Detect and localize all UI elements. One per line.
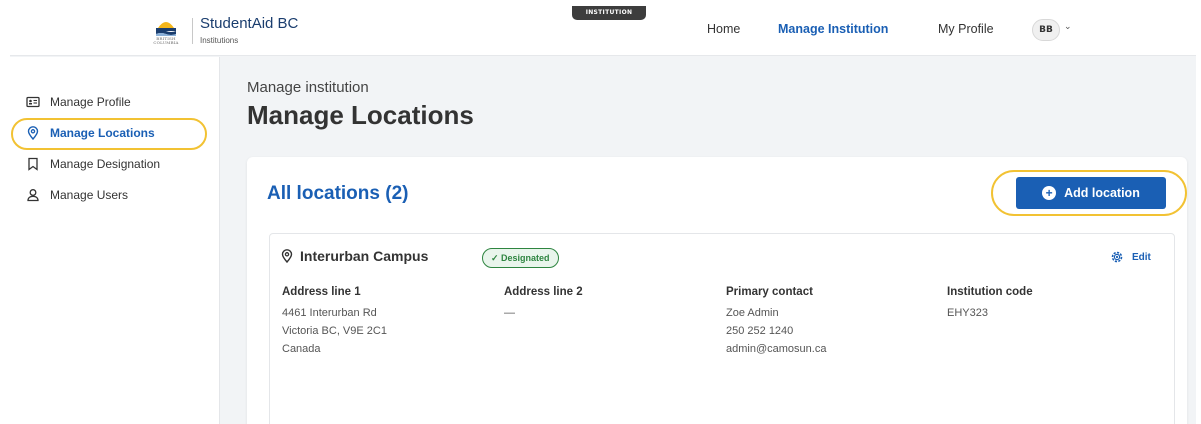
nav-home[interactable]: Home: [707, 22, 740, 36]
map-pin-icon: [281, 249, 293, 263]
sidebar-item-manage-designation[interactable]: Manage Designation: [26, 153, 160, 175]
sidebar-item-label: Manage Profile: [50, 95, 131, 109]
column-value: Canada: [282, 343, 321, 355]
location-item: Interurban Campus ✓ Designated Edit Addr…: [269, 233, 1175, 424]
column-value: 4461 Interurban Rd: [282, 307, 377, 319]
status-badge: ✓ Designated: [482, 248, 559, 268]
id-card-icon: [26, 96, 40, 108]
brand-title[interactable]: StudentAid BC: [200, 15, 298, 32]
page-title: Manage Locations: [247, 100, 474, 130]
check-icon: ✓: [491, 253, 502, 263]
highlight-annotation: [11, 118, 207, 150]
edit-label: Edit: [1132, 251, 1151, 263]
address-line-2-column: Address line 2 —: [504, 286, 583, 322]
bookmark-icon: [28, 157, 38, 171]
locations-card: All locations (2) + Add location Interur…: [247, 157, 1187, 424]
location-title: Interurban Campus: [280, 248, 428, 264]
column-value: EHY323: [947, 307, 988, 319]
brand-subtitle: Institutions: [200, 36, 239, 45]
column-value: Victoria BC, V9E 2C1: [282, 325, 387, 337]
user-avatar[interactable]: BB: [1032, 19, 1060, 41]
breadcrumb: Manage institution: [247, 79, 369, 96]
column-value: —: [504, 307, 515, 319]
locations-heading: All locations (2): [267, 183, 409, 204]
sidebar-item-manage-users[interactable]: Manage Users: [26, 184, 128, 206]
brand-divider: [192, 18, 193, 44]
edit-location-button[interactable]: Edit: [1110, 250, 1151, 264]
primary-contact-column: Primary contact Zoe Admin 250 252 1240 a…: [726, 286, 826, 358]
sidebar-item-label: Manage Users: [50, 188, 129, 202]
column-header: Address line 2: [504, 286, 583, 298]
column-value: admin@camosun.ca: [726, 343, 827, 355]
logo-wordmark: BRITISH COLUMBIA: [153, 36, 179, 45]
nav-manage-institution[interactable]: Manage Institution: [778, 22, 888, 36]
address-line-1-column: Address line 1 4461 Interurban Rd Victor…: [282, 286, 387, 358]
location-name: Interurban Campus: [300, 248, 429, 264]
nav-my-profile[interactable]: My Profile: [938, 22, 994, 36]
status-badge-label: Designated: [501, 253, 550, 263]
column-value: Zoe Admin: [726, 307, 779, 319]
column-header: Primary contact: [726, 286, 813, 298]
top-header: BRITISH COLUMBIA StudentAid BC Instituti…: [10, 6, 1196, 56]
column-header: Address line 1: [282, 286, 361, 298]
sidebar-item-label: Manage Designation: [50, 157, 161, 171]
gear-icon: [1111, 251, 1123, 263]
chevron-down-icon[interactable]: ⌄: [1064, 22, 1072, 32]
highlight-annotation: [991, 170, 1187, 216]
sidebar-item-manage-profile[interactable]: Manage Profile: [26, 91, 131, 113]
sidebar: Manage Profile Manage Locations Manage D…: [10, 57, 220, 424]
institution-code-column: Institution code EHY323: [947, 286, 1033, 322]
column-header: Institution code: [947, 286, 1033, 298]
environment-badge: INSTITUTION: [572, 6, 646, 20]
column-value: 250 252 1240: [726, 325, 794, 337]
user-icon: [27, 189, 39, 202]
app-frame: BRITISH COLUMBIA StudentAid BC Instituti…: [10, 6, 1196, 424]
